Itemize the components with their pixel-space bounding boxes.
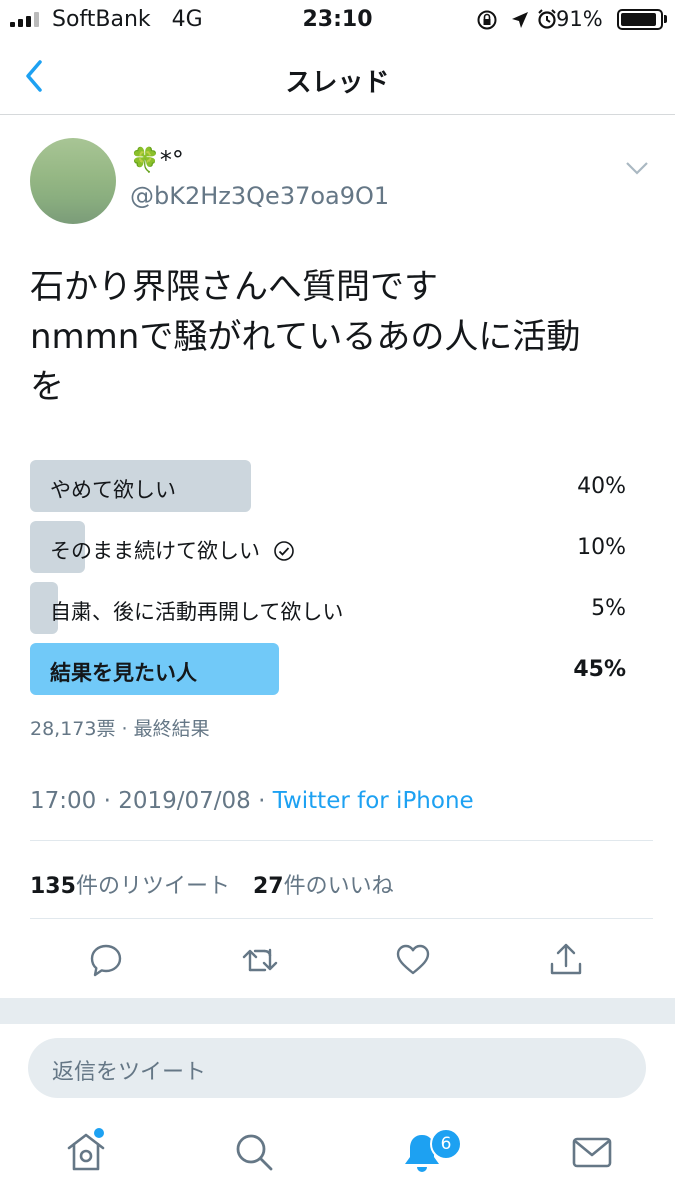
location-icon (512, 12, 528, 28)
battery-level (621, 13, 656, 26)
poll-option-label: やめて欲しい (50, 478, 176, 502)
poll-option-percent: 45% (573, 657, 626, 682)
poll-option-percent: 10% (577, 535, 626, 560)
home-unread-dot (94, 1128, 104, 1138)
alarm-icon (538, 9, 556, 29)
reply-input[interactable]: 返信をツイート (28, 1038, 646, 1098)
reply-icon[interactable] (86, 940, 126, 980)
poll-option: 結果を見たい人 45% (30, 643, 628, 695)
display-name[interactable]: 🍀*° (130, 146, 184, 174)
reply-placeholder: 返信をツイート (52, 1060, 207, 1085)
battery-icon (617, 9, 663, 30)
like-stat[interactable]: 27件のいいね (253, 874, 394, 899)
divider (30, 840, 653, 841)
poll-option-label: 結果を見たい人 (50, 661, 197, 685)
search-icon[interactable] (232, 1130, 276, 1174)
tweet-text-line: nmmnで騒がれているあの人に活動 (30, 317, 581, 357)
poll-option-label: 自粛、後に活動再開して欲しい (50, 600, 344, 624)
divider (30, 918, 653, 919)
tweet-text-line: 石かり界隈さんへ質問です (30, 267, 438, 307)
user-handle[interactable]: @bK2Hz3Qe37oa9O1 (130, 182, 389, 210)
tweet-timestamp: 17:00 · 2019/07/08 · Twitter for iPhone (30, 788, 474, 814)
nav-header: スレッド (0, 40, 675, 115)
like-label: 件のいいね (283, 874, 394, 899)
tweet-text-line: を (30, 367, 64, 407)
battery-percent: 91% (556, 7, 603, 31)
like-icon[interactable] (393, 940, 433, 980)
section-gap (0, 998, 675, 1024)
retweet-icon[interactable] (240, 940, 280, 980)
orientation-lock-icon (477, 10, 497, 30)
poll-option-percent: 5% (591, 596, 626, 621)
poll-meta: 28,173票 · 最終結果 (30, 718, 210, 740)
tweet-text: 石かり界隈さんへ質問です nmmnで騒がれているあの人に活動 を (30, 262, 650, 412)
share-icon[interactable] (546, 940, 586, 980)
status-bar: SoftBank 4G 23:10 91% (0, 0, 675, 40)
retweet-stat[interactable]: 135件のリツイート (30, 874, 230, 899)
poll-option-label: そのまま続けて欲しい (50, 539, 260, 563)
retweet-count: 135 (30, 874, 76, 899)
poll-option: やめて欲しい 40% (30, 460, 628, 512)
dropdown-chevron-icon[interactable] (625, 160, 649, 176)
notification-badge: 6 (430, 1128, 462, 1160)
poll-option-percent: 40% (577, 474, 626, 499)
timestamp-text: 17:00 · 2019/07/08 · (30, 788, 273, 814)
messages-icon[interactable] (570, 1130, 614, 1174)
poll-option: そのまま続けて欲しい 10% (30, 521, 628, 573)
tweet-stats: 135件のリツイート 27件のいいね (30, 868, 394, 900)
like-count: 27 (252, 874, 284, 899)
page-title: スレッド (285, 68, 390, 98)
check-circle-icon (273, 541, 294, 561)
poll-option: 自粛、後に活動再開して欲しい 5% (30, 582, 628, 634)
avatar[interactable] (30, 138, 116, 224)
retweet-label: 件のリツイート (75, 874, 230, 899)
via-link[interactable]: Twitter for iPhone (273, 788, 474, 814)
